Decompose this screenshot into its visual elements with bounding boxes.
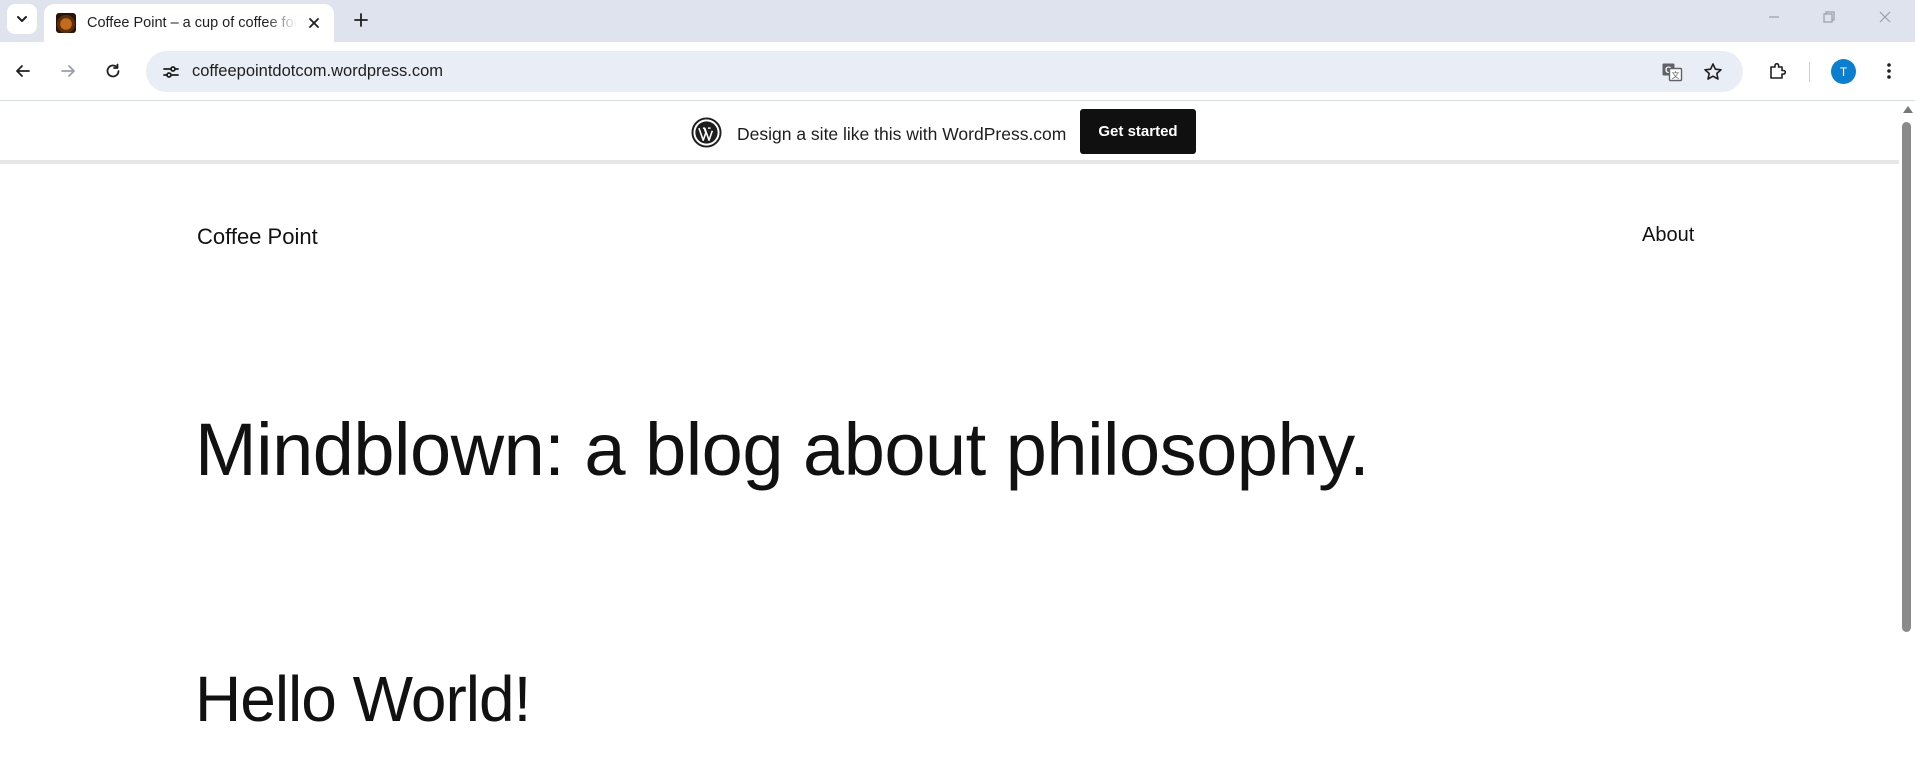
page-viewport: Design a site like this with WordPress.c… [0, 102, 1899, 758]
post-title-link[interactable]: Hello World! [195, 662, 531, 736]
puzzle-icon [1770, 62, 1787, 79]
minimize-icon [1769, 16, 1779, 18]
chevron-down-icon [17, 16, 27, 22]
scrollbar-thumb[interactable] [1902, 122, 1911, 632]
tune-icon [163, 66, 179, 78]
restore-button[interactable] [1806, 0, 1852, 34]
nav-link-about[interactable]: About [1642, 224, 1694, 247]
bookmark-star-button[interactable] [1700, 59, 1726, 85]
reload-button[interactable] [96, 54, 130, 88]
translate-button[interactable]: G 文 [1659, 59, 1685, 85]
new-tab-button[interactable] [347, 6, 375, 34]
hero-heading: Mindblown: a blog about philosophy. [195, 408, 1370, 491]
browser-tab-active[interactable]: Coffee Point – a cup of coffee for the m… [44, 4, 334, 42]
toolbar-divider [1809, 62, 1810, 82]
arrow-left-icon [16, 65, 30, 77]
coffee-favicon-icon [56, 13, 76, 33]
star-icon [1704, 63, 1722, 80]
translate-icon: G 文 [1662, 63, 1683, 82]
address-bar[interactable]: coffeepointdotcom.wordpress.com G 文 [146, 51, 1743, 92]
site-title[interactable]: Coffee Point [197, 224, 318, 250]
scroll-up-arrow-icon[interactable] [1903, 106, 1913, 113]
wordpress-banner: Design a site like this with WordPress.c… [0, 102, 1899, 164]
svg-text:文: 文 [1672, 70, 1680, 80]
browser-toolbar: coffeepointdotcom.wordpress.com G 文 T [0, 42, 1915, 101]
plus-icon [354, 13, 368, 27]
forward-button[interactable] [51, 54, 85, 88]
page-scrollbar[interactable] [1899, 102, 1915, 758]
restore-icon [1823, 11, 1835, 23]
url-text[interactable]: coffeepointdotcom.wordpress.com [192, 62, 443, 81]
minimize-button[interactable] [1751, 0, 1797, 34]
more-vertical-icon [1887, 63, 1891, 79]
wordpress-logo-icon[interactable] [691, 117, 722, 148]
window-close-button[interactable] [1862, 0, 1908, 34]
profile-avatar[interactable]: T [1831, 59, 1856, 84]
tab-search-button[interactable] [7, 4, 37, 34]
reload-icon [106, 63, 120, 78]
tab-strip: Coffee Point – a cup of coffee for the m… [0, 0, 1915, 42]
banner-text[interactable]: Design a site like this with WordPress.c… [737, 124, 1066, 145]
site-info-button[interactable] [156, 57, 186, 87]
tab-close-button[interactable] [304, 13, 324, 33]
browser-menu-button[interactable] [1876, 58, 1902, 84]
close-icon [1879, 11, 1891, 23]
tab-title: Coffee Point – a cup of coffee for the m… [87, 15, 297, 31]
arrow-right-icon [61, 65, 75, 77]
get-started-button[interactable]: Get started [1080, 109, 1196, 154]
back-button[interactable] [6, 54, 40, 88]
extensions-button[interactable] [1765, 58, 1791, 84]
close-icon [309, 18, 319, 28]
